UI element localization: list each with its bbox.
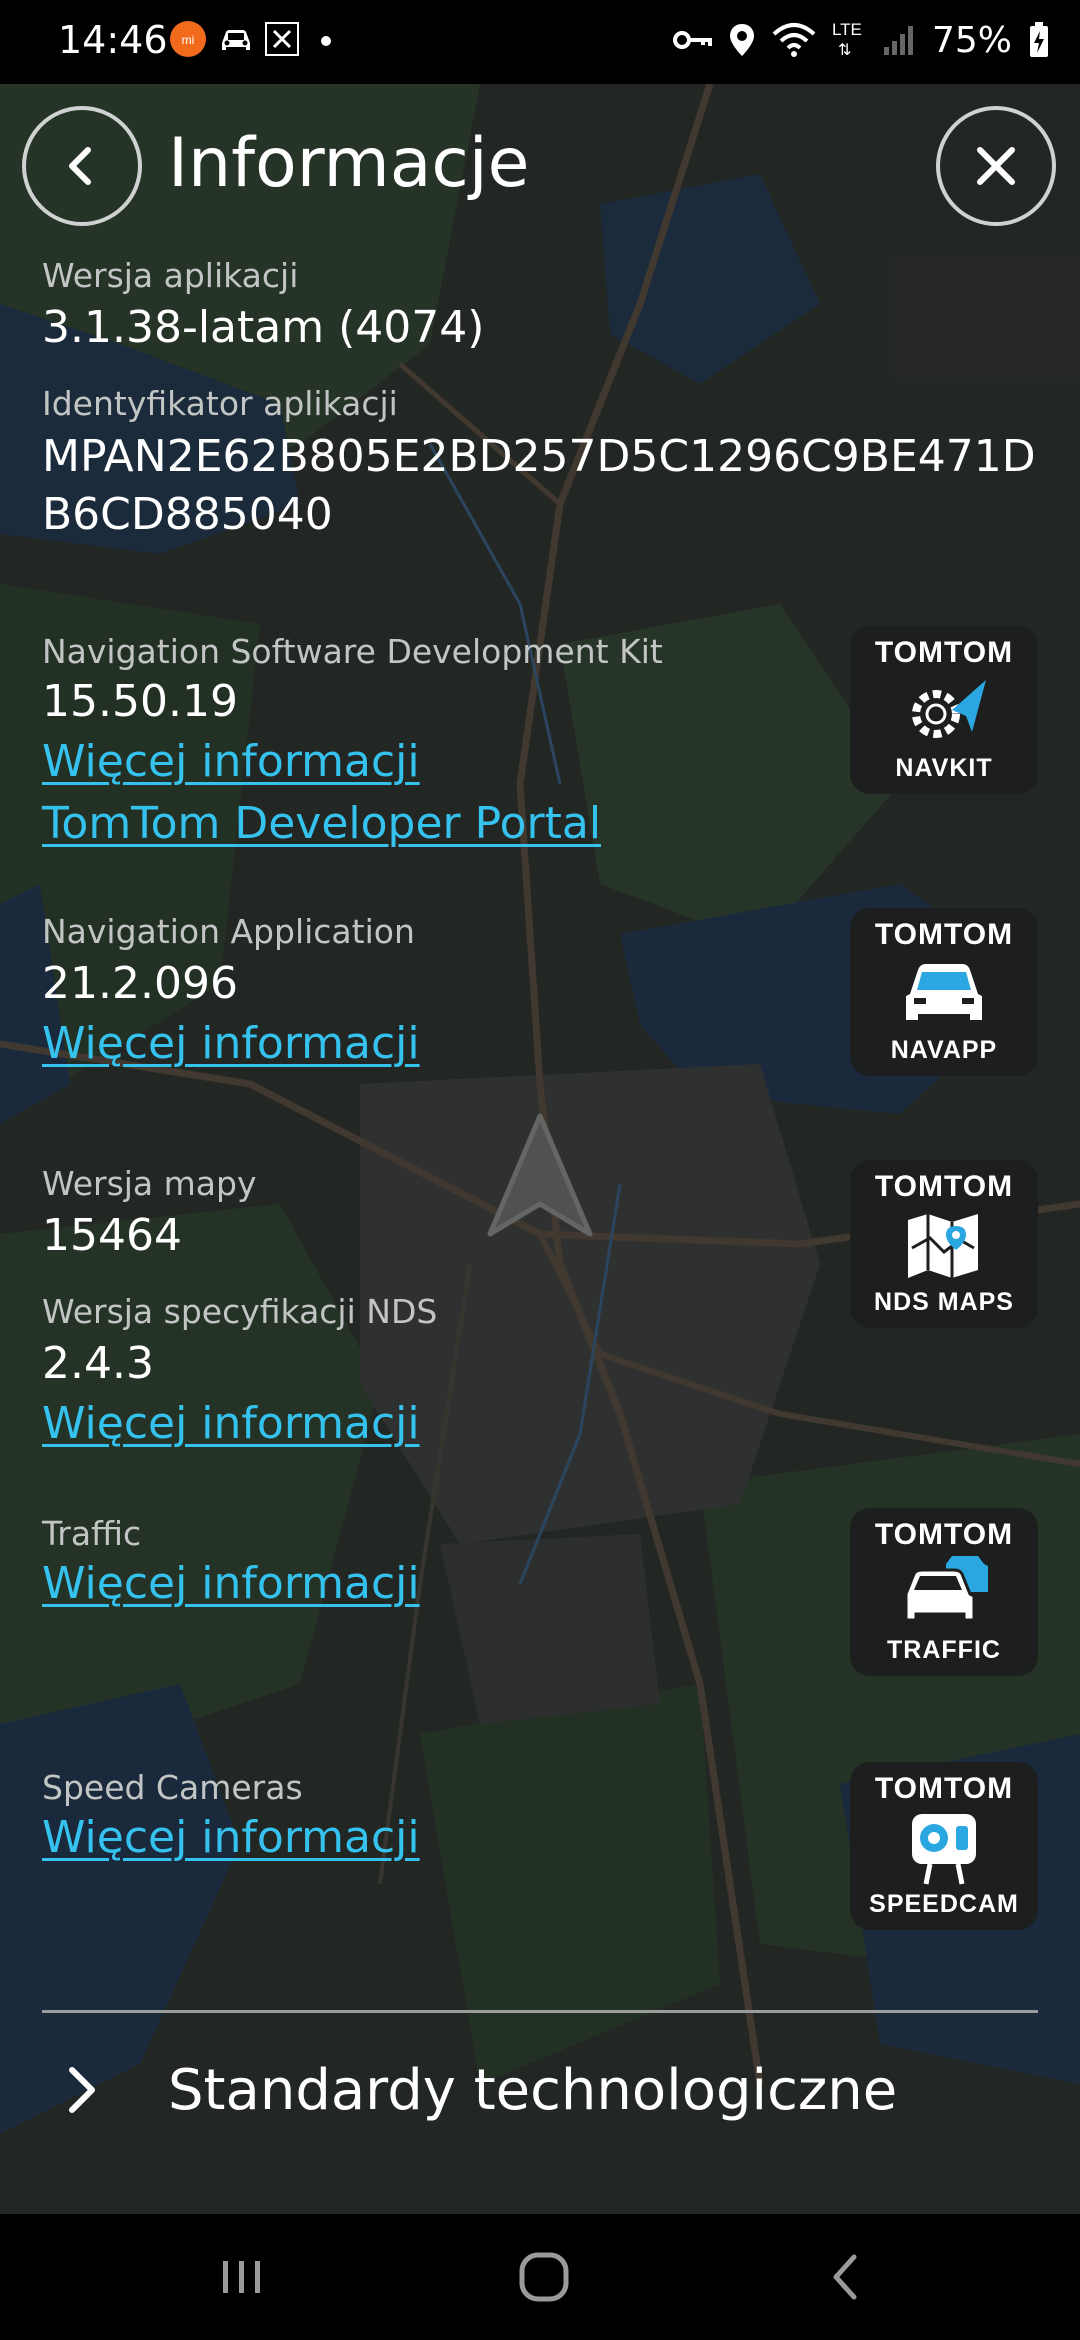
nds-maps-badge: TOMTOM NDS MAPS bbox=[850, 1160, 1038, 1328]
battery-percent: 75% bbox=[931, 19, 1012, 61]
navkit-label: Navigation Software Development Kit bbox=[42, 632, 663, 671]
navapp-badge-name: NAVAPP bbox=[890, 1036, 998, 1064]
speed-cameras-label: Speed Cameras bbox=[42, 1768, 303, 1807]
nds-maps-badge-brand: TOMTOM bbox=[874, 1170, 1014, 1203]
system-nav-bar bbox=[0, 2214, 1080, 2340]
status-time: 14:46 bbox=[58, 18, 168, 62]
vpn-key-icon bbox=[672, 31, 712, 49]
status-bar: 14:46 mi LTE ⇅ 75% bbox=[0, 0, 1080, 84]
car-front-icon bbox=[906, 964, 982, 1020]
close-icon bbox=[977, 147, 1015, 185]
tomtom-developer-portal-link[interactable]: TomTom Developer Portal bbox=[42, 798, 601, 849]
maps-more-info-link[interactable]: Więcej informacji bbox=[42, 1398, 420, 1449]
navkit-version: 15.50.19 bbox=[42, 676, 238, 727]
nds-maps-badge-name: NDS MAPS bbox=[874, 1288, 1014, 1316]
location-icon bbox=[729, 24, 754, 56]
wifi-icon bbox=[772, 23, 816, 57]
app-id-label: Identyfikator aplikacji bbox=[42, 384, 398, 423]
lte-signal-icon: LTE ⇅ bbox=[831, 20, 862, 59]
traffic-cars-icon bbox=[904, 1556, 988, 1622]
chevron-right-icon bbox=[69, 2067, 95, 2113]
navkit-badge-brand: TOMTOM bbox=[874, 636, 1014, 669]
speed-camera-icon bbox=[912, 1814, 976, 1885]
cell-signal-icon bbox=[883, 26, 913, 55]
xiaomi-app-icon: mi bbox=[170, 21, 206, 57]
app-version-value: 3.1.38-latam (4074) bbox=[42, 302, 485, 353]
app-id-value: MPAN2E62B805E2BD257D5C1296C9BE471DB6CD88… bbox=[42, 431, 1036, 540]
navapp-label: Navigation Application bbox=[42, 912, 415, 951]
battery-charging-icon bbox=[1030, 22, 1048, 57]
traffic-badge-name: TRAFFIC bbox=[887, 1636, 1001, 1664]
status-right-group: LTE ⇅ 75% bbox=[672, 18, 1050, 62]
close-button[interactable] bbox=[936, 106, 1056, 226]
map-version-value: 15464 bbox=[42, 1210, 182, 1261]
navapp-badge: TOMTOM NAVAPP bbox=[850, 908, 1038, 1076]
speedcam-badge-name: SPEEDCAM bbox=[869, 1890, 1019, 1918]
standards-label: Standardy technologiczne bbox=[168, 2058, 898, 2123]
traffic-badge: TOMTOM TRAFFIC bbox=[850, 1508, 1038, 1676]
navkit-badge: TOMTOM NAVKIT bbox=[850, 626, 1038, 794]
nds-spec-label: Wersja specyfikacji NDS bbox=[42, 1292, 438, 1331]
traffic-label: Traffic bbox=[42, 1514, 142, 1553]
section-divider bbox=[42, 2010, 1038, 2013]
navapp-more-info-link[interactable]: Więcej informacji bbox=[42, 1018, 420, 1069]
traffic-more-info-link[interactable]: Więcej informacji bbox=[42, 1558, 420, 1609]
navapp-badge-brand: TOMTOM bbox=[874, 918, 1014, 951]
lte-label: LTE bbox=[831, 20, 862, 39]
car-icon bbox=[222, 30, 250, 50]
standards-row[interactable]: Standardy technologiczne bbox=[0, 2030, 1080, 2150]
dot-icon bbox=[321, 36, 331, 46]
home-icon bbox=[519, 2252, 569, 2302]
back-button[interactable] bbox=[22, 106, 142, 226]
recents-button[interactable] bbox=[202, 2242, 282, 2312]
recents-icon bbox=[223, 2261, 260, 2293]
navkit-gear-arrow-icon bbox=[912, 680, 986, 738]
traffic-badge-brand: TOMTOM bbox=[874, 1518, 1014, 1551]
page-title: Informacje bbox=[168, 124, 530, 203]
speedcam-badge: TOMTOM SPEEDCAM bbox=[850, 1762, 1038, 1930]
system-back-button[interactable] bbox=[806, 2242, 886, 2312]
svg-text:mi: mi bbox=[182, 33, 195, 47]
folded-map-icon bbox=[908, 1214, 978, 1278]
navkit-badge-name: NAVKIT bbox=[895, 754, 993, 782]
app-version-label: Wersja aplikacji bbox=[42, 256, 299, 295]
speedcam-badge-brand: TOMTOM bbox=[874, 1772, 1014, 1805]
map-version-label: Wersja mapy bbox=[42, 1164, 257, 1203]
navkit-more-info-link[interactable]: Więcej informacji bbox=[42, 736, 420, 787]
chevron-left-icon bbox=[69, 147, 91, 185]
back-icon bbox=[833, 2254, 857, 2300]
speedcam-more-info-link[interactable]: Więcej informacji bbox=[42, 1812, 420, 1863]
home-button[interactable] bbox=[504, 2242, 584, 2312]
sync-icon bbox=[265, 22, 299, 56]
navapp-version: 21.2.096 bbox=[42, 958, 238, 1009]
nds-spec-value: 2.4.3 bbox=[42, 1338, 154, 1389]
